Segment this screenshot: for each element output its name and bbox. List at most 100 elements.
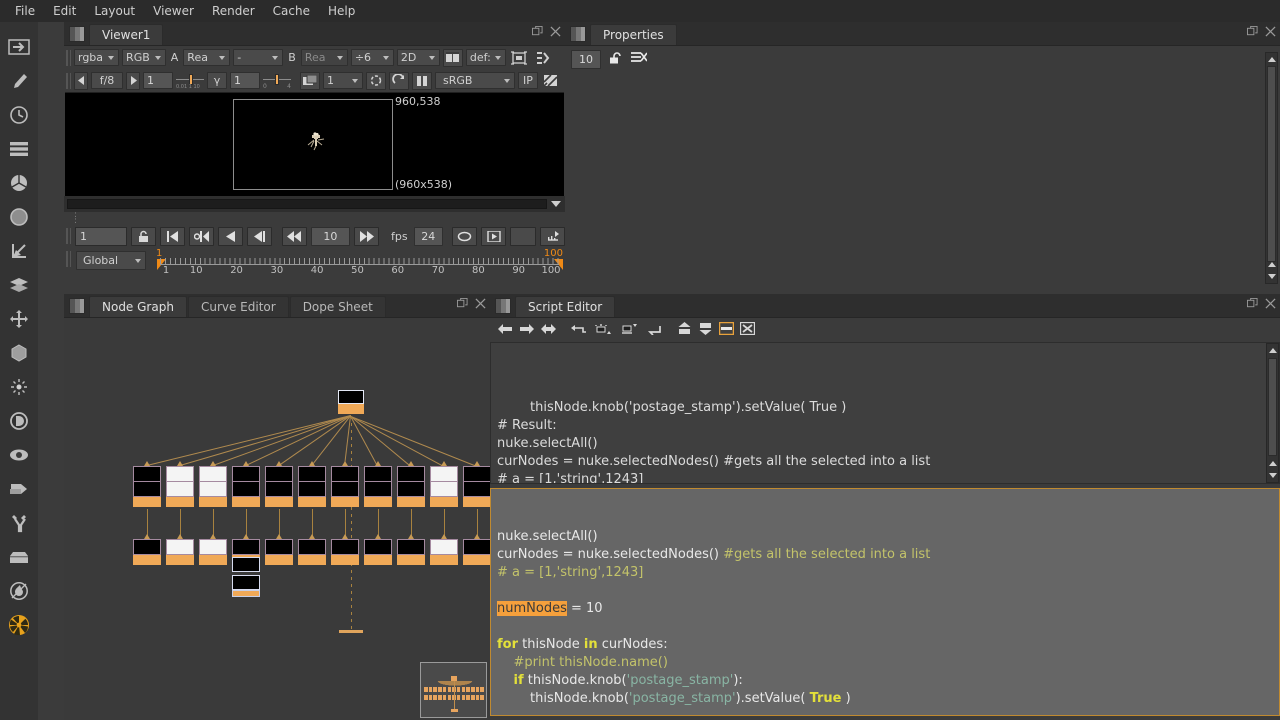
fps-input[interactable]: 24 [413,226,443,246]
draw-node-icon[interactable] [4,64,34,98]
node-graph-pane-grip[interactable] [69,298,85,314]
wipe-mode-dropdown[interactable]: - [233,49,284,66]
graph-node[interactable] [133,466,161,507]
pause-icon[interactable] [412,71,432,90]
wipe-icon[interactable] [366,71,386,90]
graph-node[interactable] [232,466,260,507]
graph-node[interactable] [133,539,161,565]
graph-node[interactable] [199,466,227,507]
layer-dropdown[interactable]: RGB [122,49,166,66]
graph-node[interactable] [265,539,293,565]
tab-properties[interactable]: Properties [590,24,677,45]
close-pane-icon[interactable] [1265,298,1276,309]
float-pane-icon[interactable] [1247,298,1258,309]
color-node-icon[interactable] [4,166,34,200]
current-frame-input[interactable]: 1 [75,226,127,246]
buffer-icon[interactable] [300,71,320,90]
transport-handle[interactable] [66,228,71,244]
step-back-icon[interactable] [246,226,272,246]
root-selected-node[interactable] [338,390,364,414]
graph-node[interactable] [298,466,326,507]
fstop-value[interactable]: f/8 [91,72,123,89]
close-pane-icon[interactable] [475,298,486,309]
blank-button[interactable] [510,226,536,246]
clear-output-icon[interactable] [739,321,756,338]
scroll-up-icon[interactable] [1267,345,1278,356]
fstop-decrease-button[interactable] [74,71,88,90]
loop-icon[interactable] [452,226,477,246]
graph-node[interactable] [397,466,425,507]
first-frame-icon[interactable] [159,226,185,246]
script-editor-output[interactable]: thisNode.knob('postage_stamp').setValue(… [490,342,1280,484]
time-node-icon[interactable] [4,98,34,132]
fstop-increase-button[interactable] [126,71,140,90]
proxy-icon[interactable] [442,48,463,67]
gamma-slider[interactable]: 0 4 [263,73,291,90]
scroll-up-icon-2[interactable] [1266,259,1277,270]
graph-node[interactable] [397,539,425,565]
graph-node[interactable] [331,466,359,507]
graph-node[interactable] [232,557,260,572]
menu-item-cache[interactable]: Cache [264,1,319,21]
scroll-down-icon[interactable] [1266,271,1277,282]
graph-node[interactable] [265,466,293,507]
gain-slider[interactable]: 0.01 1 10 [176,73,204,90]
fast-forward-icon[interactable] [353,226,379,246]
viewer-scroll-track[interactable] [67,199,547,209]
viewer-mode-dropdown[interactable]: 2D [396,49,440,66]
graph-node[interactable] [463,539,490,565]
next-script-icon[interactable] [519,323,534,338]
menu-item-edit[interactable]: Edit [44,1,85,21]
tab-script-editor[interactable]: Script Editor [515,296,616,317]
script-editor-input[interactable]: nuke.selectAll() curNodes = nuke.selected… [490,488,1280,716]
clear-history-icon[interactable] [540,323,557,338]
frame-increment-input[interactable]: 10 [310,226,350,246]
graph-node[interactable] [364,466,392,507]
graph-node[interactable] [364,539,392,565]
rewind-icon[interactable] [281,226,307,246]
refresh-icon[interactable] [389,71,409,90]
graph-node[interactable] [331,539,359,565]
tab-node-graph[interactable]: Node Graph [89,296,187,317]
prev-key-icon[interactable] [188,226,214,246]
lock-icon[interactable] [130,226,156,246]
close-pane-icon[interactable] [550,26,561,37]
viewer-toolbar-handle-2[interactable] [66,72,71,89]
graph-node[interactable] [166,539,194,565]
graph-node[interactable] [463,466,490,507]
graph-node[interactable] [199,539,227,565]
float-pane-icon[interactable] [532,26,543,37]
menu-item-render[interactable]: Render [203,1,264,21]
graph-node[interactable] [430,466,458,507]
channels-dropdown[interactable]: rgba [74,49,120,66]
properties-scroll-thumb[interactable] [1267,66,1276,262]
proxy-scale-dropdown[interactable]: ÷6 [350,49,394,66]
viewer-scrollbar[interactable] [64,196,565,212]
gamma-input[interactable]: 1 [230,72,260,89]
max-panels-input[interactable]: 10 [571,49,601,69]
gain-input[interactable]: 1 [143,72,173,89]
properties-pane-grip[interactable] [570,26,586,42]
panel-splitter[interactable]: :: [64,211,565,226]
split-view-icon[interactable] [718,321,735,338]
menu-item-viewer[interactable]: Viewer [144,1,203,21]
play-icon[interactable] [481,226,506,246]
timeline-scope-dropdown[interactable]: Global [76,251,146,270]
menu-item-help[interactable]: Help [319,1,364,21]
gain-clamp-icon[interactable] [509,49,529,67]
clear-all-icon[interactable] [631,51,648,67]
unlocked-icon[interactable] [609,51,623,68]
save-script-icon[interactable] [620,323,640,338]
play-reverse-icon[interactable] [217,226,243,246]
menu-item-file[interactable]: File [6,1,44,21]
float-pane-icon[interactable] [1247,26,1258,37]
views-node-icon[interactable] [4,438,34,472]
source-script-icon[interactable] [571,323,588,338]
chevron-down-icon[interactable] [551,201,561,207]
tree-icon[interactable] [532,49,552,67]
load-script-icon[interactable] [594,323,614,338]
float-pane-icon[interactable] [457,298,468,309]
properties-scrollbar[interactable] [1265,52,1278,284]
merge-node-icon[interactable] [4,268,34,302]
keyframe-icon[interactable] [540,226,565,246]
